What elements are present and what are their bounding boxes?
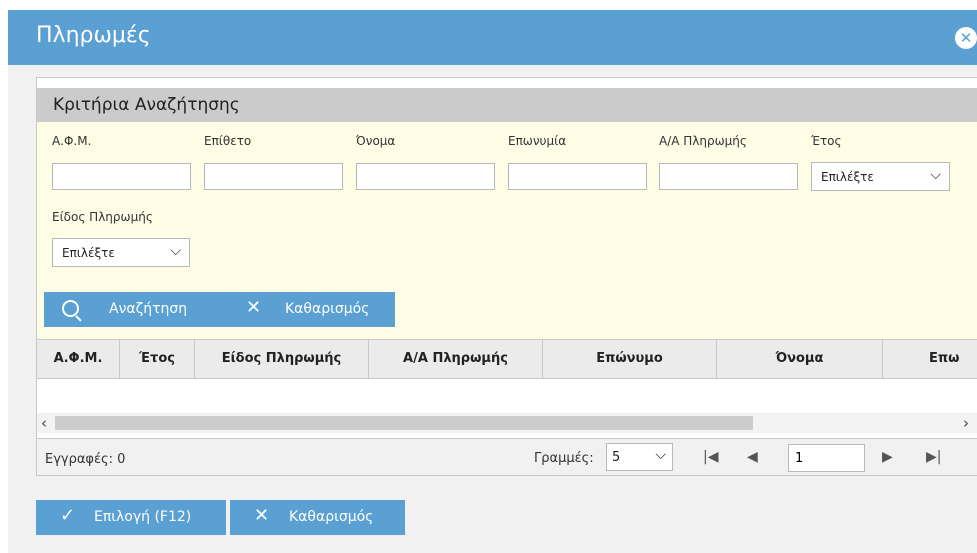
column-header-company[interactable]: Επω: [883, 340, 977, 378]
payment-type-select-value: Επιλέξτε: [62, 246, 115, 260]
chevron-down-icon: ⌵: [930, 167, 941, 183]
criteria-title: Κριτήρια Αναζήτησης: [53, 95, 240, 115]
payment-type-label: Είδος Πληρωμής: [52, 210, 153, 224]
column-header-surname[interactable]: Επώνυμο: [543, 340, 717, 378]
dialog-title: Πληρωμές: [36, 23, 151, 48]
search-button-label: Αναζήτηση: [109, 301, 188, 317]
clear-criteria-button[interactable]: ✕ Καθαρισμός: [219, 292, 395, 327]
surname-label: Επίθετο: [204, 134, 252, 148]
grid-footer: Εγγραφές: 0 Γραμμές: 5 ⌵ |◀ ◀ ▶ ▶|: [37, 438, 977, 475]
rows-per-page-select[interactable]: 5 ⌵: [606, 443, 673, 471]
column-header-payment-type[interactable]: Είδος Πληρωμής: [195, 340, 369, 378]
close-icon[interactable]: ✕: [955, 27, 977, 49]
payment-no-input[interactable]: [659, 163, 798, 190]
horizontal-scrollbar[interactable]: ‹ ›: [37, 413, 977, 433]
previous-page-icon[interactable]: ◀: [747, 449, 758, 465]
rows-per-page-value: 5: [612, 450, 621, 465]
chevron-down-icon: ⌵: [170, 243, 181, 259]
column-header-name[interactable]: Όνομα: [717, 340, 883, 378]
year-select-value: Επιλέξτε: [821, 170, 874, 184]
results-grid-body: [37, 379, 977, 413]
afm-input[interactable]: [52, 163, 191, 190]
select-button[interactable]: ✓ Επιλογή (F12): [36, 500, 226, 535]
surname-input[interactable]: [204, 163, 343, 190]
name-label: Όνομα: [356, 134, 396, 148]
payment-type-select[interactable]: Επιλέξτε ⌵: [52, 238, 190, 267]
page-number-input[interactable]: [788, 444, 865, 472]
company-label: Επωνυμία: [508, 134, 567, 148]
company-input[interactable]: [508, 163, 647, 190]
payments-dialog: Πληρωμές ✕ Κριτήρια Αναζήτησης Α.Φ.Μ. Επ…: [8, 10, 977, 553]
column-header-afm[interactable]: Α.Φ.Μ.: [37, 340, 120, 378]
select-button-label: Επιλογή (F12): [94, 509, 192, 525]
scrollbar-thumb[interactable]: [55, 416, 753, 430]
first-page-icon[interactable]: |◀: [703, 449, 718, 465]
next-page-icon[interactable]: ▶: [882, 449, 893, 465]
chevron-down-icon: ⌵: [655, 447, 666, 463]
year-label: Έτος: [811, 134, 842, 148]
rows-per-page-label: Γραμμές:: [534, 451, 594, 466]
column-header-year[interactable]: Έτος: [120, 340, 195, 378]
scroll-left-icon[interactable]: ‹: [41, 414, 47, 432]
criteria-form: Α.Φ.Μ. Επίθετο Όνομα Επωνυμία Α/Α Πληρωμ…: [37, 122, 977, 339]
search-icon: [62, 300, 79, 317]
search-button[interactable]: Αναζήτηση: [44, 292, 219, 327]
dialog-titlebar: Πληρωμές ✕: [8, 10, 977, 65]
afm-label: Α.Φ.Μ.: [52, 134, 92, 148]
criteria-header: Κριτήρια Αναζήτησης: [37, 88, 977, 122]
clear-button-label: Καθαρισμός: [289, 509, 374, 525]
payment-no-label: Α/Α Πληρωμής: [659, 134, 747, 148]
check-icon: ✓: [60, 505, 76, 526]
records-count: Εγγραφές: 0: [45, 452, 126, 467]
last-page-icon[interactable]: ▶|: [926, 449, 941, 465]
name-input[interactable]: [356, 163, 495, 190]
close-icon: ✕: [246, 297, 262, 318]
column-header-payment-no[interactable]: Α/Α Πληρωμής: [369, 340, 543, 378]
scroll-right-icon[interactable]: ›: [963, 414, 969, 432]
year-select[interactable]: Επιλέξτε ⌵: [811, 162, 950, 191]
clear-criteria-button-label: Καθαρισμός: [285, 301, 370, 317]
search-panel: Κριτήρια Αναζήτησης Α.Φ.Μ. Επίθετο Όνομα…: [36, 77, 977, 476]
results-grid-header: Α.Φ.Μ. Έτος Είδος Πληρωμής Α/Α Πληρωμής …: [37, 339, 977, 379]
clear-button[interactable]: ✕ Καθαρισμός: [230, 500, 405, 535]
close-icon: ✕: [254, 505, 270, 526]
